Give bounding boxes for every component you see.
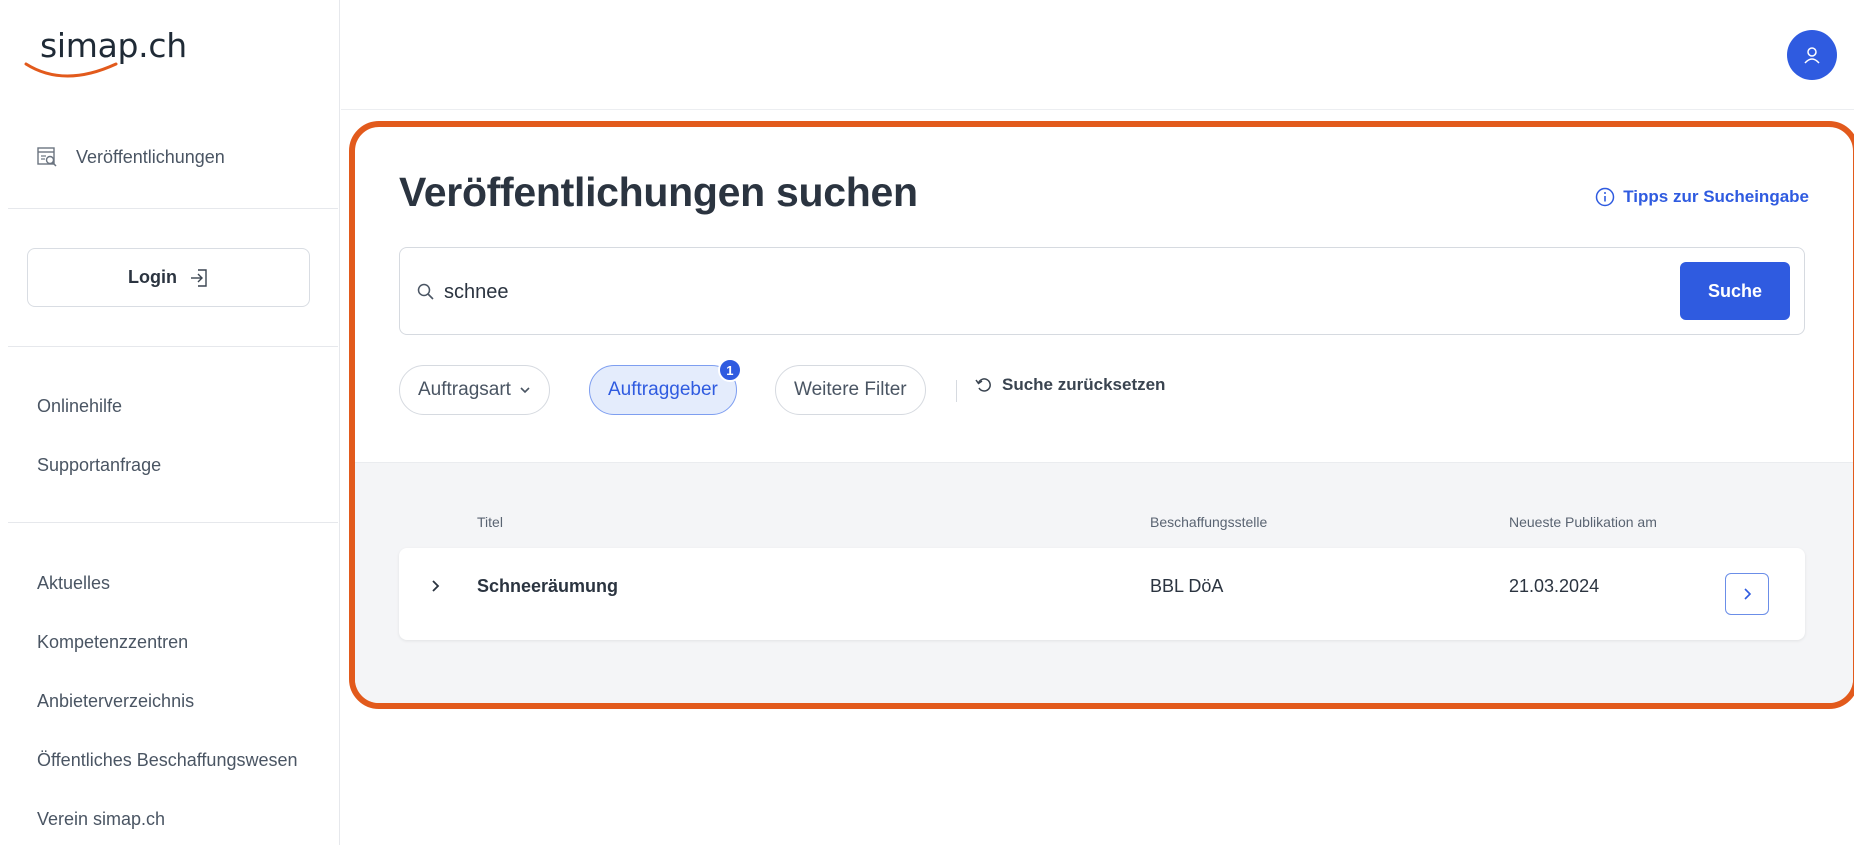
divider [8, 522, 338, 523]
sidebar-item-veroeffentlichungen[interactable]: Veröffentlichungen [36, 146, 225, 168]
column-header-beschaffungsstelle: Beschaffungsstelle [1150, 514, 1268, 530]
sidebar-link-beschaffungswesen[interactable]: Öffentliches Beschaffungswesen [37, 750, 298, 771]
sidebar-link-anbieterverzeichnis[interactable]: Anbieterverzeichnis [37, 691, 194, 712]
filter-auftragsart[interactable]: Auftragsart [399, 365, 550, 415]
sidebar-link-verein[interactable]: Verein simap.ch [37, 809, 165, 830]
search-list-icon [37, 147, 57, 167]
sidebar-link-aktuelles[interactable]: Aktuelles [37, 573, 110, 594]
sidebar-link-kompetenzzentren[interactable]: Kompetenzzentren [37, 632, 188, 653]
filter-label: Auftraggeber [608, 379, 718, 400]
filter-label: Auftragsart [418, 379, 511, 400]
filter-count-badge: 1 [717, 358, 742, 382]
reset-icon [975, 378, 991, 392]
sidebar-item-label: Veröffentlichungen [76, 146, 225, 167]
chevron-down-icon [520, 387, 530, 394]
sidebar-link-supportanfrage[interactable]: Supportanfrage [37, 455, 161, 476]
logo[interactable]: simap.ch [24, 22, 214, 82]
table-row[interactable]: Schneeräumung BBL DöA 21.03.2024 [399, 548, 1805, 640]
sidebar: simap.ch Veröffentlichungen Login Online… [0, 0, 340, 845]
divider [956, 380, 957, 402]
row-office: BBL DöA [1150, 576, 1224, 596]
logo-text: simap.ch [40, 26, 187, 65]
user-icon [1804, 47, 1820, 64]
reset-label: Suche zurücksetzen [1002, 375, 1166, 394]
sidebar-link-onlinehilfe[interactable]: Onlinehilfe [37, 396, 122, 417]
login-button[interactable]: Login [27, 248, 310, 307]
filter-auftraggeber[interactable]: Auftraggeber 1 [589, 358, 742, 415]
page-title: Veröffentlichungen suchen [399, 169, 918, 215]
search-button[interactable]: Suche [1680, 262, 1790, 320]
tips-label: Tipps zur Sucheingabe [1623, 187, 1809, 206]
info-icon [1595, 187, 1615, 207]
column-header-titel: Titel [477, 514, 503, 530]
column-header-publikation: Neueste Publikation am [1509, 514, 1657, 530]
user-avatar-button[interactable] [1787, 30, 1837, 80]
row-title: Schneeräumung [477, 576, 619, 596]
login-label: Login [128, 267, 177, 287]
chevron-right-icon [1744, 588, 1752, 600]
top-bar [341, 0, 1854, 110]
search-box: Suche [399, 247, 1805, 335]
search-panel: Veröffentlichungen suchen Tipps zur Such… [349, 121, 1854, 709]
row-date: 21.03.2024 [1509, 576, 1600, 596]
search-icon [416, 282, 436, 307]
filter-label: Weitere Filter [794, 379, 907, 400]
divider [8, 208, 338, 209]
filter-weitere[interactable]: Weitere Filter [775, 365, 926, 415]
tips-link[interactable]: Tipps zur Sucheingabe [1595, 187, 1809, 207]
login-icon [190, 268, 207, 287]
open-detail-button[interactable] [1725, 573, 1769, 615]
reset-search-button[interactable]: Suche zurücksetzen [974, 375, 1165, 395]
chevron-right-icon[interactable] [423, 574, 447, 598]
divider [8, 346, 338, 347]
search-input[interactable] [444, 270, 1444, 314]
